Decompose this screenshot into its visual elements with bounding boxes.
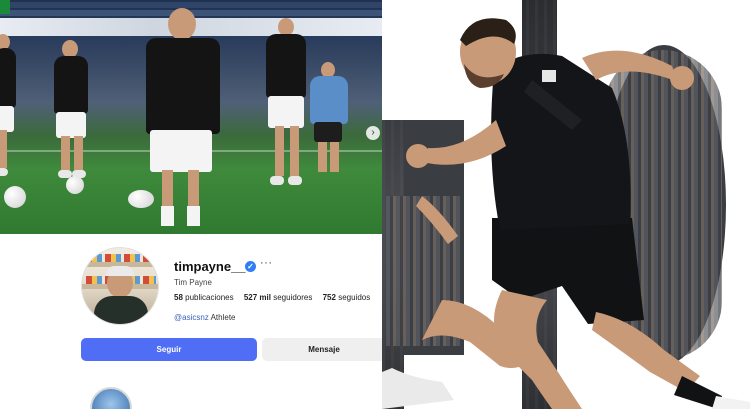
athlete-left-hand <box>406 144 430 168</box>
jersey-crest <box>542 70 556 82</box>
sprinting-athlete <box>382 18 750 409</box>
athlete-front-leg <box>494 290 582 409</box>
verified-badge-icon: ✓ <box>245 261 256 272</box>
profile-full-name: Tim Payne <box>174 278 212 287</box>
athlete-boot <box>712 396 750 409</box>
athlete-right-arm <box>582 50 678 82</box>
follow-button[interactable]: Seguir <box>81 338 257 361</box>
athlete-back-sock <box>382 368 454 409</box>
athlete-right-hand <box>670 66 694 90</box>
message-button[interactable]: Mensaje <box>262 338 386 361</box>
following-count[interactable]: 752 seguidos <box>323 293 371 302</box>
profile-stats: 58 publicaciones 527 mil seguidores 752 … <box>174 293 378 302</box>
carousel-next-icon[interactable]: › <box>366 126 380 140</box>
instagram-profile-header: timpayne__ ✓ ··· Tim Payne 58 publicacio… <box>0 234 386 409</box>
avatar[interactable] <box>81 247 159 325</box>
bio-mention-link[interactable]: @asicsnz <box>174 313 209 322</box>
athlete-left-forearm <box>416 196 458 244</box>
story-highlight[interactable] <box>90 387 132 409</box>
background-player <box>0 34 22 194</box>
football <box>4 186 26 208</box>
profile-bio: @asicsnz Athlete <box>174 313 235 322</box>
corner-flag <box>0 0 10 14</box>
profile-username: timpayne__ <box>174 259 246 274</box>
post-photo-warmup[interactable]: › <box>0 0 382 234</box>
bio-text: Athlete <box>210 313 236 322</box>
athlete-jersey <box>491 53 631 230</box>
background-player <box>262 18 310 188</box>
action-photo-number-ten <box>382 0 750 409</box>
background-player <box>308 62 350 182</box>
followers-count[interactable]: 527 mil seguidores <box>244 293 313 302</box>
posts-count: 58 publicaciones <box>174 293 234 302</box>
football <box>128 190 154 208</box>
background-player <box>52 40 92 190</box>
more-options-icon[interactable]: ··· <box>260 257 273 269</box>
football <box>66 176 84 194</box>
